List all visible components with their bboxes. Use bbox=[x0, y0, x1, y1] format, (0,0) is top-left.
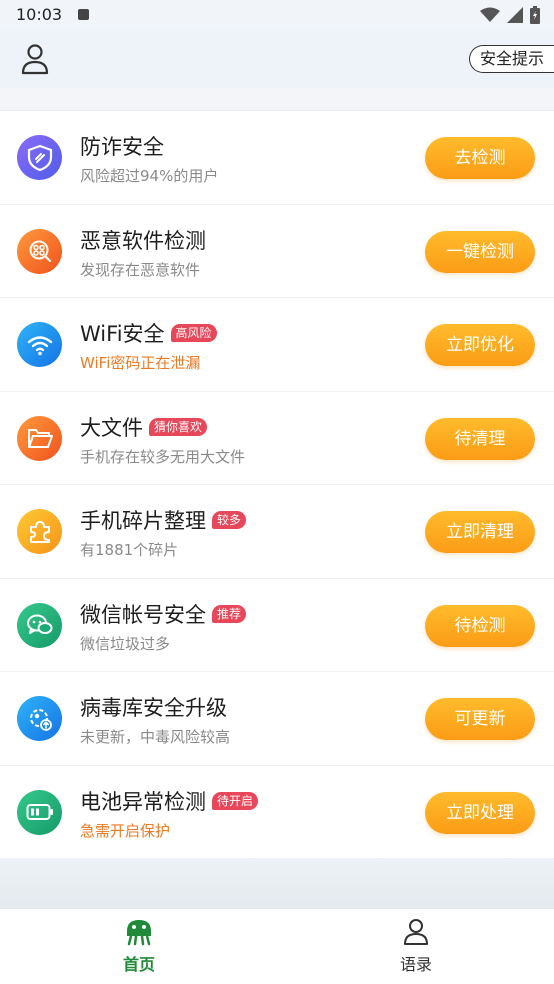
item-action-button[interactable]: 可更新 bbox=[425, 698, 535, 740]
status-icons bbox=[480, 6, 540, 24]
item-title: 微信帐号安全 bbox=[80, 602, 206, 627]
person-icon bbox=[404, 919, 428, 945]
virus-scan-icon bbox=[17, 228, 62, 274]
notification-icon bbox=[78, 9, 89, 20]
bottom-tab-bar: 首页 语录 bbox=[0, 908, 554, 984]
item-subtitle: 微信垃圾过多 bbox=[80, 634, 171, 653]
item-badge: 较多 bbox=[212, 511, 247, 529]
item-subtitle: 风险超过94%的用户 bbox=[80, 167, 219, 185]
background-decoration bbox=[0, 858, 554, 910]
list-item-wechat-security[interactable]: 微信帐号安全 推荐 微信垃圾过多 待检测 bbox=[0, 579, 554, 672]
cell-signal-icon bbox=[507, 7, 523, 23]
tab-quotes[interactable]: 语录 bbox=[356, 917, 476, 979]
user-profile-icon[interactable] bbox=[20, 43, 50, 75]
item-subtitle: 发现存在恶意软件 bbox=[80, 260, 201, 279]
list-item-malware-scan[interactable]: 恶意软件检测 发现存在恶意软件 一键检测 bbox=[0, 205, 554, 298]
item-action-button[interactable]: 立即清理 bbox=[425, 511, 535, 553]
item-title: 病毒库安全升级 bbox=[80, 696, 227, 720]
tab-home[interactable]: 首页 bbox=[79, 917, 199, 979]
list-item-anti-fraud[interactable]: 防诈安全 风险超过94%的用户 去检测 bbox=[0, 111, 554, 205]
wifi-signal-icon bbox=[480, 7, 500, 22]
header: 安全提示 bbox=[0, 30, 554, 88]
item-subtitle: 手机存在较多无用大文件 bbox=[80, 447, 246, 466]
tab-label: 语录 bbox=[399, 955, 432, 974]
item-subtitle: WiFi密码正在泄漏 bbox=[80, 354, 201, 372]
battery-status-icon bbox=[530, 6, 540, 24]
home-robot-icon bbox=[127, 920, 151, 946]
item-action-button[interactable]: 待检测 bbox=[425, 604, 535, 647]
shield-icon bbox=[17, 135, 62, 180]
item-action-button[interactable]: 待清理 bbox=[425, 417, 535, 460]
list-item-defrag[interactable]: 手机碎片整理 较多 有1881个碎片 立即清理 bbox=[0, 485, 554, 579]
status-time: 10:03 bbox=[16, 5, 63, 24]
list-item-wifi-security[interactable]: WiFi安全 高风险 WiFi密码正在泄漏 立即优化 bbox=[0, 298, 554, 392]
item-action-button[interactable]: 立即优化 bbox=[425, 324, 535, 366]
item-badge: 推荐 bbox=[212, 604, 247, 623]
tab-label: 首页 bbox=[122, 955, 155, 974]
item-title: 电池异常检测 bbox=[80, 789, 206, 814]
item-action-button[interactable]: 一键检测 bbox=[425, 230, 535, 273]
item-action-button[interactable]: 去检测 bbox=[425, 137, 535, 179]
item-title: WiFi安全 bbox=[80, 322, 165, 346]
wechat-icon bbox=[17, 602, 62, 648]
wifi-icon bbox=[17, 322, 62, 367]
virus-update-icon bbox=[17, 696, 62, 741]
puzzle-icon bbox=[17, 509, 62, 554]
folder-icon bbox=[17, 415, 62, 461]
status-bar: 10:03 bbox=[0, 0, 554, 30]
item-title: 手机碎片整理 bbox=[80, 509, 206, 533]
list-item-battery-check[interactable]: 电池异常检测 待开启 急需开启保护 立即处理 bbox=[0, 766, 554, 860]
safety-tip-button[interactable]: 安全提示 bbox=[468, 45, 554, 73]
item-subtitle: 未更新，中毒风险较高 bbox=[80, 728, 231, 746]
list-item-virus-db-update[interactable]: 病毒库安全升级 未更新，中毒风险较高 可更新 bbox=[0, 672, 554, 766]
item-title: 大文件 bbox=[80, 415, 143, 440]
item-subtitle: 急需开启保护 bbox=[80, 821, 171, 840]
battery-icon bbox=[17, 789, 62, 835]
item-title: 恶意软件检测 bbox=[80, 228, 206, 253]
item-title: 防诈安全 bbox=[80, 135, 164, 159]
item-subtitle: 有1881个碎片 bbox=[80, 541, 179, 559]
item-action-button[interactable]: 立即处理 bbox=[425, 791, 535, 834]
item-badge: 猜你喜欢 bbox=[149, 417, 208, 436]
feature-list: 防诈安全 风险超过94%的用户 去检测 恶意软件检测 发现存在恶意软件 一键检测… bbox=[0, 110, 554, 858]
item-badge: 高风险 bbox=[170, 324, 217, 342]
item-badge: 待开启 bbox=[212, 791, 259, 810]
list-item-large-files[interactable]: 大文件 猜你喜欢 手机存在较多无用大文件 待清理 bbox=[0, 392, 554, 485]
